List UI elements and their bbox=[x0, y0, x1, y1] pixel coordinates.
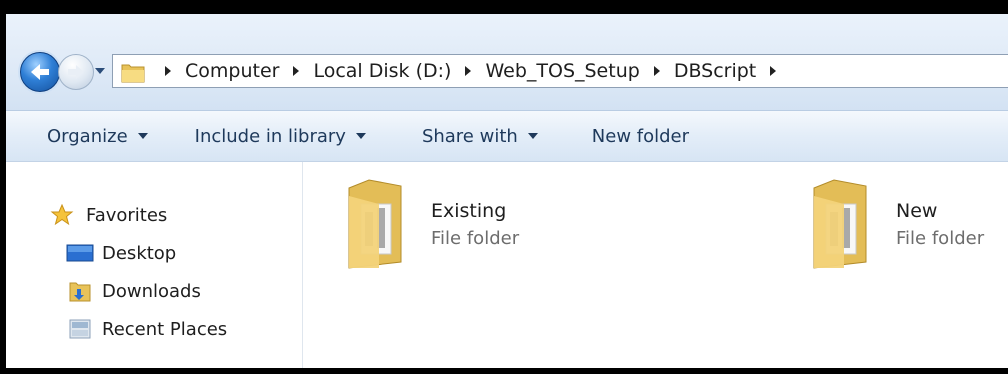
share-with-button[interactable]: Share with bbox=[422, 126, 538, 147]
folder-meta: Existing File folder bbox=[431, 200, 519, 270]
forward-button[interactable] bbox=[58, 54, 94, 90]
breadcrumb-computer[interactable]: Computer bbox=[183, 60, 281, 82]
new-folder-label: New folder bbox=[591, 125, 690, 147]
share-with-label: Share with bbox=[421, 125, 518, 147]
chevron-down-icon bbox=[137, 133, 148, 139]
include-in-library-label: Include in library bbox=[194, 125, 346, 147]
breadcrumb-dbscript[interactable]: DBScript bbox=[672, 60, 758, 82]
organize-button[interactable]: Organize bbox=[47, 126, 148, 147]
sidebar-item-desktop[interactable]: Desktop bbox=[66, 242, 176, 264]
sidebar-item-label: Recent Places bbox=[102, 318, 228, 340]
folder-type: File folder bbox=[431, 228, 520, 249]
breadcrumb: Computer Local Disk (D:) Web_TOS_Setup D… bbox=[153, 55, 788, 87]
recent-places-icon bbox=[69, 319, 91, 339]
folder-item-existing[interactable]: Existing File folder bbox=[343, 178, 519, 270]
star-icon bbox=[50, 204, 74, 226]
breadcrumb-arrow-icon[interactable] bbox=[293, 66, 300, 76]
address-box[interactable]: Computer Local Disk (D:) Web_TOS_Setup D… bbox=[112, 54, 1008, 88]
folder-icon bbox=[121, 64, 145, 83]
sidebar-item-downloads[interactable]: Downloads bbox=[66, 280, 201, 302]
sidebar-item-label: Desktop bbox=[102, 242, 177, 264]
back-button[interactable] bbox=[20, 52, 60, 92]
include-in-library-button[interactable]: Include in library bbox=[195, 126, 366, 147]
folder-name: New bbox=[896, 200, 938, 222]
breadcrumb-arrow-icon[interactable] bbox=[465, 66, 472, 76]
recent-pages-chevron-icon[interactable] bbox=[94, 66, 106, 76]
explorer-window: Computer Local Disk (D:) Web_TOS_Setup D… bbox=[6, 14, 1008, 368]
file-list: Existing File folder New File folder bbox=[303, 162, 1008, 368]
organize-label: Organize bbox=[47, 125, 128, 147]
folder-type: File folder bbox=[896, 228, 985, 249]
new-folder-button[interactable]: New folder bbox=[592, 126, 689, 147]
breadcrumb-local-disk[interactable]: Local Disk (D:) bbox=[311, 60, 453, 82]
address-row: Computer Local Disk (D:) Web_TOS_Setup D… bbox=[6, 14, 1008, 111]
folder-item-new[interactable]: New File folder bbox=[808, 178, 984, 270]
downloads-folder-icon bbox=[69, 282, 91, 302]
breadcrumb-web-tos-setup[interactable]: Web_TOS_Setup bbox=[483, 60, 641, 82]
command-bar: Organize Include in library Share with N… bbox=[6, 111, 1008, 162]
breadcrumb-arrow-icon[interactable] bbox=[770, 66, 777, 76]
breadcrumb-arrow-icon[interactable] bbox=[165, 66, 171, 76]
forward-arrow-icon bbox=[68, 65, 84, 79]
chevron-down-icon bbox=[527, 133, 538, 139]
back-arrow-icon bbox=[31, 64, 49, 80]
folder-icon bbox=[813, 179, 867, 269]
favorites-label: Favorites bbox=[86, 204, 168, 226]
navigation-pane: Favorites Desktop Downloads Recent Place… bbox=[6, 162, 303, 368]
folder-name: Existing bbox=[431, 200, 507, 222]
folder-icon bbox=[348, 179, 402, 269]
sidebar-item-label: Downloads bbox=[102, 280, 201, 302]
chevron-down-icon bbox=[355, 133, 366, 139]
desktop-icon bbox=[66, 244, 94, 262]
folder-meta: New File folder bbox=[896, 200, 984, 270]
sidebar-item-favorites[interactable]: Favorites bbox=[50, 204, 167, 226]
breadcrumb-arrow-icon[interactable] bbox=[653, 66, 660, 76]
sidebar-item-recent-places[interactable]: Recent Places bbox=[66, 318, 227, 340]
